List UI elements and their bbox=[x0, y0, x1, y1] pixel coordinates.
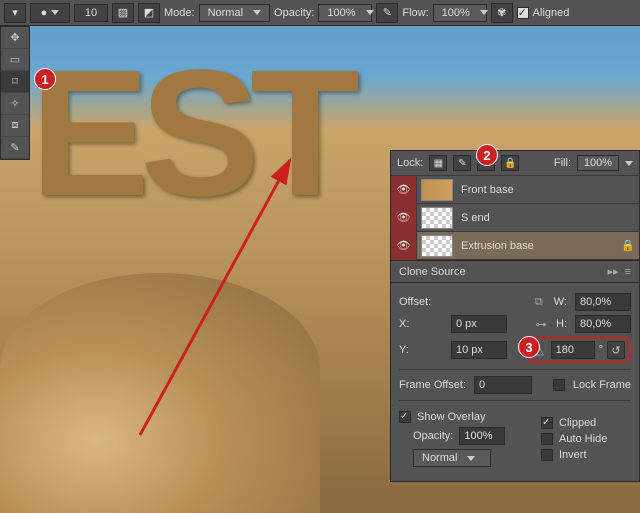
move-tool-icon[interactable]: ✥ bbox=[1, 27, 29, 49]
visibility-toggle-icon[interactable]: 👁 bbox=[391, 232, 417, 260]
airbrush-icon[interactable]: ✾ bbox=[491, 3, 513, 23]
frame-offset-label: Frame Offset: bbox=[399, 379, 466, 391]
clone-source-panel-header[interactable]: Clone Source ▸▸ ≡ bbox=[391, 260, 639, 283]
aligned-label: Aligned bbox=[533, 7, 570, 19]
auto-hide-checkbox[interactable] bbox=[541, 433, 553, 445]
x-label: X: bbox=[399, 318, 443, 330]
aligned-checkbox[interactable] bbox=[517, 7, 529, 19]
magic-wand-tool-icon[interactable]: ✧ bbox=[1, 93, 29, 115]
clone-source-title: Clone Source bbox=[399, 266, 608, 278]
rotation-angle-input[interactable] bbox=[551, 341, 595, 359]
divider bbox=[399, 400, 631, 401]
lasso-tool-icon[interactable]: ⌑ bbox=[1, 71, 29, 93]
offset-label: Offset: bbox=[399, 296, 443, 308]
hay-bales-graphic bbox=[0, 273, 320, 513]
layer-row[interactable]: 👁 Front base bbox=[391, 176, 639, 204]
callout-3: 3 bbox=[518, 336, 540, 358]
angle-highlight: △ ° ↺ bbox=[527, 337, 631, 363]
layer-row[interactable]: 👁 Extrusion base 🔒 bbox=[391, 232, 639, 260]
crop-tool-icon[interactable]: ⧈ bbox=[1, 115, 29, 137]
tools-panel: ✥ ▭ ⌑ ✧ ⧈ ✎ bbox=[0, 26, 30, 160]
brush-preset-picker[interactable]: ● bbox=[30, 3, 70, 23]
layer-lock-bar: Lock: ▦ ✎ ✥ 🔒 Fill: bbox=[391, 151, 639, 176]
flow-label: Flow: bbox=[402, 7, 428, 19]
lock-frame-label: Lock Frame bbox=[573, 379, 631, 391]
scale-h-input[interactable] bbox=[575, 315, 631, 333]
overlay-opacity-input[interactable] bbox=[459, 427, 505, 445]
layers-panel: Lock: ▦ ✎ ✥ 🔒 Fill: 👁 Front base 👁 S end… bbox=[390, 150, 640, 482]
lock-label: Lock: bbox=[397, 157, 423, 169]
layer-name[interactable]: Extrusion base bbox=[457, 240, 621, 252]
layer-row[interactable]: 👁 S end bbox=[391, 204, 639, 232]
link-icon[interactable]: ⊶ bbox=[534, 317, 548, 331]
link-wh-icon[interactable]: ⧉ bbox=[532, 295, 546, 309]
clone-stamp-tool-preset-icon[interactable]: ▾ bbox=[4, 3, 26, 23]
lock-transparency-icon[interactable]: ▦ bbox=[429, 155, 447, 171]
offset-x-input[interactable] bbox=[451, 315, 507, 333]
brush-settings-icon[interactable]: ◩ bbox=[138, 3, 160, 23]
fill-dropdown-icon[interactable] bbox=[625, 161, 633, 166]
show-overlay-label: Show Overlay bbox=[417, 411, 485, 423]
clipped-checkbox[interactable] bbox=[541, 417, 553, 429]
auto-hide-label: Auto Hide bbox=[559, 433, 607, 445]
brush-panel-toggle-icon[interactable]: ▨ bbox=[112, 3, 134, 23]
clipped-label: Clipped bbox=[559, 417, 596, 429]
layer-thumbnail[interactable] bbox=[421, 179, 453, 201]
canvas-text: EST bbox=[30, 30, 350, 237]
scale-w-input[interactable] bbox=[575, 293, 631, 311]
eyedropper-tool-icon[interactable]: ✎ bbox=[1, 137, 29, 159]
w-label: W: bbox=[554, 296, 567, 308]
lock-frame-checkbox[interactable] bbox=[553, 379, 565, 391]
opacity-label: Opacity: bbox=[274, 7, 314, 19]
panel-collapse-icon[interactable]: ▸▸ bbox=[608, 265, 619, 278]
opacity-input[interactable]: 100% bbox=[318, 4, 372, 22]
layer-name[interactable]: S end bbox=[457, 212, 639, 224]
show-overlay-checkbox[interactable] bbox=[399, 411, 411, 423]
fill-input[interactable] bbox=[577, 155, 619, 171]
layer-thumbnail[interactable] bbox=[421, 235, 453, 257]
clone-source-panel: Offset: ⧉ W: X: ⊶ H: Y: △ ° ↺ bbox=[391, 283, 639, 481]
options-bar: ▾ ● ▨ ◩ Mode: Normal Opacity: 100% ✎ Flo… bbox=[0, 0, 640, 26]
invert-label: Invert bbox=[559, 449, 587, 461]
layer-thumbnail[interactable] bbox=[421, 207, 453, 229]
visibility-toggle-icon[interactable]: 👁 bbox=[391, 204, 417, 232]
overlay-mode-select[interactable]: Normal bbox=[413, 449, 491, 467]
invert-checkbox[interactable] bbox=[541, 449, 553, 461]
layer-locked-icon: 🔒 bbox=[621, 239, 639, 252]
layer-name[interactable]: Front base bbox=[457, 184, 639, 196]
fill-label: Fill: bbox=[554, 157, 571, 169]
reset-transform-icon[interactable]: ↺ bbox=[607, 341, 625, 359]
overlay-opacity-label: Opacity: bbox=[413, 430, 453, 442]
divider bbox=[399, 369, 631, 370]
y-label: Y: bbox=[399, 344, 443, 356]
lock-pixels-icon[interactable]: ✎ bbox=[453, 155, 471, 171]
offset-y-input[interactable] bbox=[451, 341, 507, 359]
lock-all-icon[interactable]: 🔒 bbox=[501, 155, 519, 171]
callout-1: 1 bbox=[34, 68, 56, 90]
h-label: H: bbox=[556, 318, 567, 330]
panel-menu-icon[interactable]: ≡ bbox=[625, 266, 631, 278]
pressure-opacity-icon[interactable]: ✎ bbox=[376, 3, 398, 23]
brush-size-input[interactable] bbox=[74, 4, 108, 22]
angle-unit: ° bbox=[599, 344, 603, 356]
marquee-tool-icon[interactable]: ▭ bbox=[1, 49, 29, 71]
visibility-toggle-icon[interactable]: 👁 bbox=[391, 176, 417, 204]
blend-mode-select[interactable]: Normal bbox=[199, 4, 270, 22]
callout-2: 2 bbox=[476, 144, 498, 166]
mode-label: Mode: bbox=[164, 7, 195, 19]
flow-input[interactable]: 100% bbox=[433, 4, 487, 22]
frame-offset-input[interactable] bbox=[474, 376, 532, 394]
